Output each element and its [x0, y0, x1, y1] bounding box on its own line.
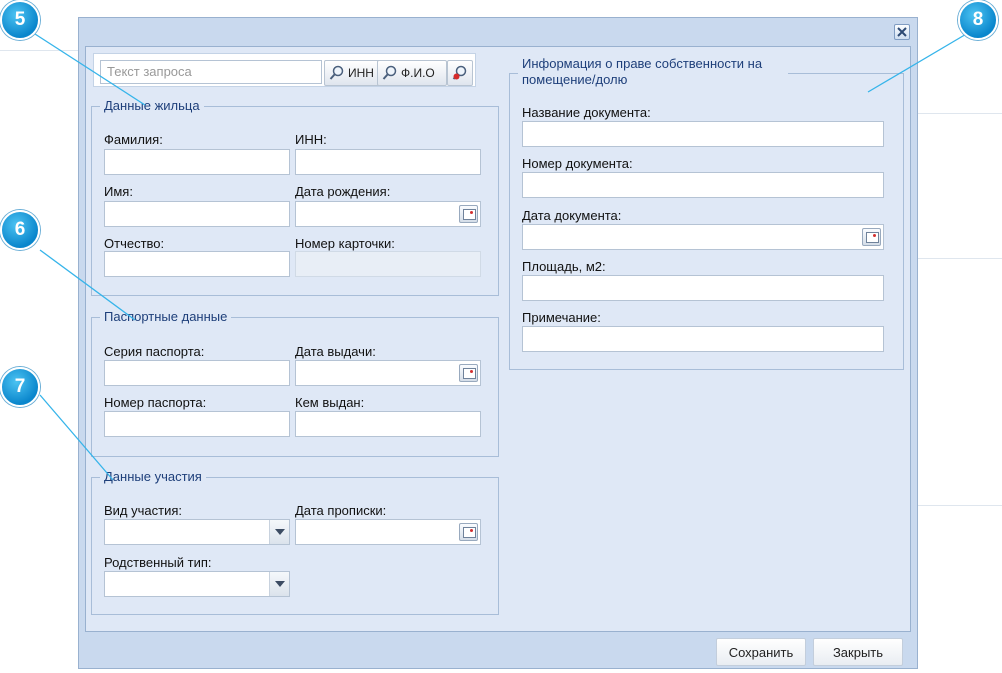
- clear-search-icon: [452, 65, 467, 80]
- resident-dialog: Текст запроса ИНН Ф.И.О Данные жильца Фа…: [78, 17, 918, 669]
- background-line: [918, 505, 1002, 506]
- lastname-field[interactable]: [104, 149, 290, 175]
- note-label: Примечание:: [522, 310, 601, 325]
- callout-marker-6: 6: [0, 210, 40, 250]
- lastname-label: Фамилия:: [104, 132, 163, 147]
- area-field[interactable]: [522, 275, 884, 301]
- issued-by-label: Кем выдан:: [295, 395, 365, 410]
- passport-number-label: Номер паспорта:: [104, 395, 207, 410]
- card-number-label: Номер карточки:: [295, 236, 395, 251]
- clear-search-button[interactable]: [447, 60, 473, 86]
- close-icon[interactable]: [894, 24, 910, 40]
- background-line: [918, 258, 1002, 259]
- search-toolbar: Текст запроса ИНН Ф.И.О: [93, 53, 476, 87]
- area-label: Площадь, м2:: [522, 259, 606, 274]
- search-by-inn-button[interactable]: ИНН: [324, 60, 384, 86]
- search-input[interactable]: Текст запроса: [100, 60, 322, 84]
- birthdate-label: Дата рождения:: [295, 184, 391, 199]
- card-number-field: [295, 251, 481, 277]
- callout-marker-5: 5: [0, 0, 40, 40]
- calendar-icon[interactable]: [459, 364, 478, 382]
- doc-name-label: Название документа:: [522, 105, 651, 120]
- calendar-icon[interactable]: [862, 228, 881, 246]
- save-button[interactable]: Сохранить: [716, 638, 806, 666]
- firstname-field[interactable]: [104, 201, 290, 227]
- search-by-fio-label: Ф.И.О: [401, 66, 435, 80]
- patronymic-field[interactable]: [104, 251, 290, 277]
- resident-legend: Данные жильца: [100, 98, 204, 114]
- registration-date-label: Дата прописки:: [295, 503, 387, 518]
- relation-type-select[interactable]: [104, 571, 290, 597]
- doc-number-label: Номер документа:: [522, 156, 633, 171]
- chevron-down-icon[interactable]: [269, 520, 289, 544]
- background-line: [0, 50, 78, 51]
- issued-by-field[interactable]: [295, 411, 481, 437]
- ownership-legend: Информация о праве собственности на поме…: [518, 56, 788, 88]
- search-by-fio-button[interactable]: Ф.И.О: [377, 60, 447, 86]
- issue-date-label: Дата выдачи:: [295, 344, 376, 359]
- doc-name-field[interactable]: [522, 121, 884, 147]
- background-line: [918, 113, 1002, 114]
- doc-date-label: Дата документа:: [522, 208, 622, 223]
- inn-field[interactable]: [295, 149, 481, 175]
- search-by-inn-label: ИНН: [348, 66, 374, 80]
- issue-date-field[interactable]: [295, 360, 481, 386]
- calendar-icon[interactable]: [459, 205, 478, 223]
- passport-number-field[interactable]: [104, 411, 290, 437]
- callout-marker-7: 7: [0, 367, 40, 407]
- passport-legend: Паспортные данные: [100, 309, 232, 325]
- doc-date-field[interactable]: [522, 224, 884, 250]
- chevron-down-icon[interactable]: [269, 572, 289, 596]
- note-field[interactable]: [522, 326, 884, 352]
- search-icon: [329, 65, 344, 80]
- patronymic-label: Отчество:: [104, 236, 165, 251]
- close-button[interactable]: Закрыть: [813, 638, 903, 666]
- firstname-label: Имя:: [104, 184, 133, 199]
- relation-type-label: Родственный тип:: [104, 555, 212, 570]
- registration-date-field[interactable]: [295, 519, 481, 545]
- birthdate-field[interactable]: [295, 201, 481, 227]
- participation-type-select[interactable]: [104, 519, 290, 545]
- search-icon: [382, 65, 397, 80]
- callout-marker-8: 8: [958, 0, 998, 40]
- participation-legend: Данные участия: [100, 469, 206, 485]
- passport-series-field[interactable]: [104, 360, 290, 386]
- passport-series-label: Серия паспорта:: [104, 344, 205, 359]
- doc-number-field[interactable]: [522, 172, 884, 198]
- participation-type-label: Вид участия:: [104, 503, 182, 518]
- inn-label: ИНН:: [295, 132, 327, 147]
- calendar-icon[interactable]: [459, 523, 478, 541]
